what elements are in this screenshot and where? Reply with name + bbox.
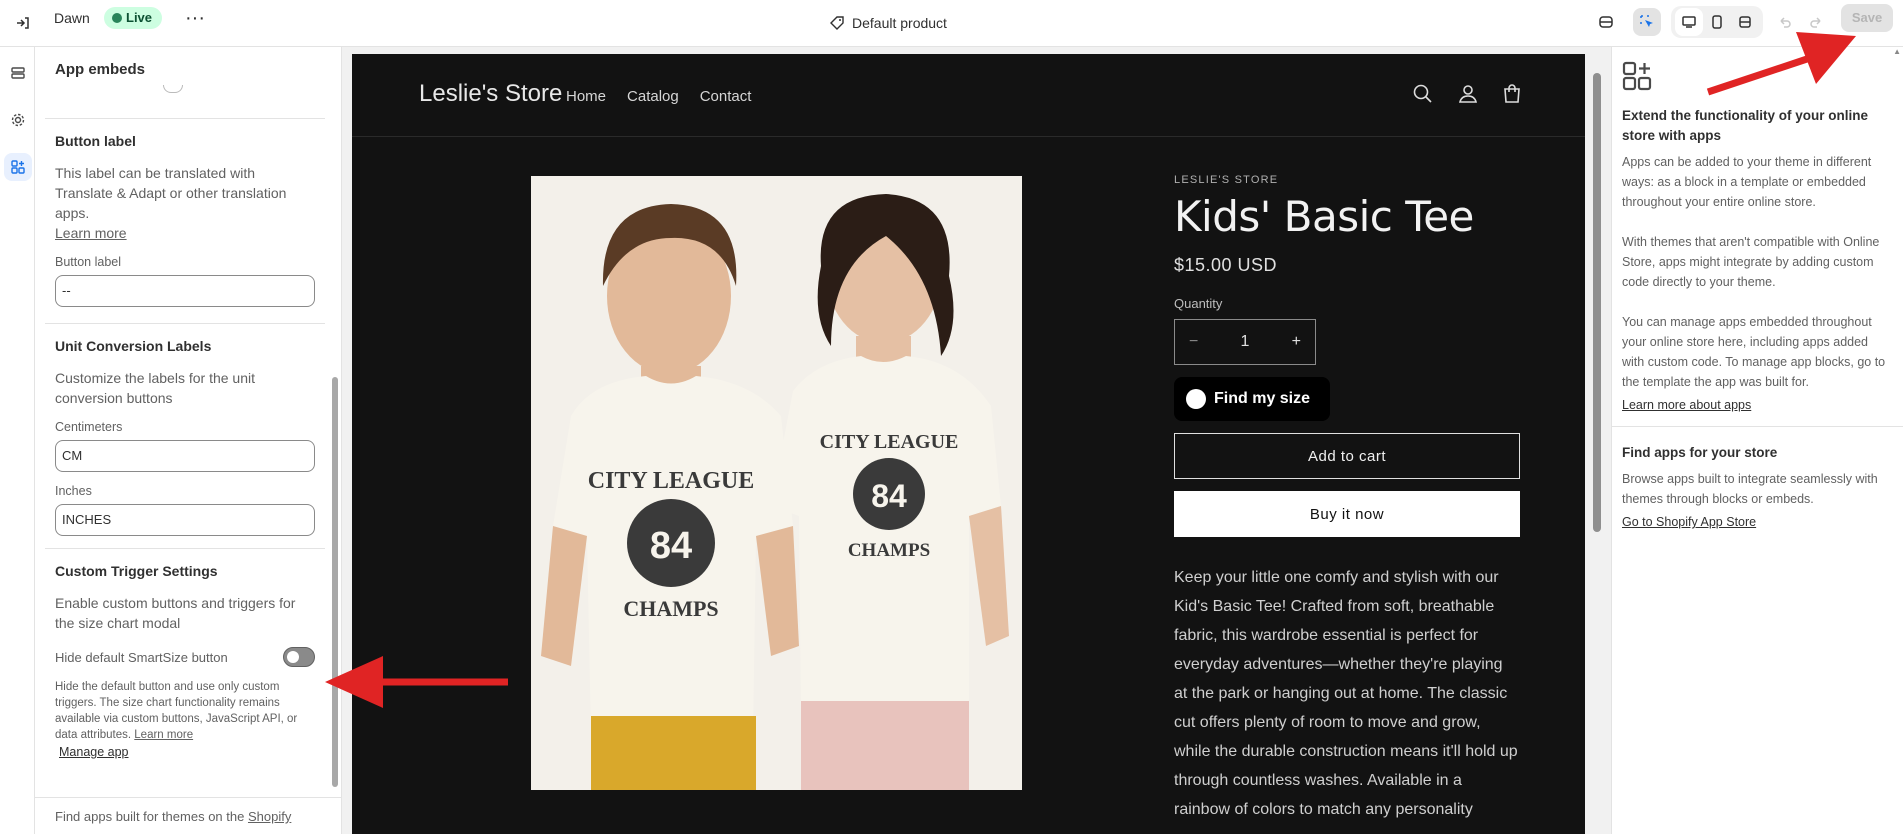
custom-trigger-description: Enable custom buttons and triggers for t… (55, 595, 296, 631)
account-icon[interactable] (1456, 82, 1480, 106)
add-to-cart-button[interactable]: Add to cart (1174, 433, 1520, 479)
store-icon[interactable] (1592, 8, 1620, 36)
divider (35, 797, 341, 798)
manage-app-link[interactable]: Manage app (59, 745, 315, 759)
panel-settings-list: Button label This label can be translate… (45, 118, 325, 759)
divider (1612, 426, 1903, 427)
sections-icon[interactable] (4, 59, 32, 87)
divider (45, 548, 325, 549)
footer-text: Find apps built for themes on the (55, 809, 245, 824)
store-header: Leslie's Store Home Catalog Contact (352, 54, 1585, 137)
hide-default-button-row: Hide default SmartSize button (55, 647, 315, 667)
nav-home[interactable]: Home (566, 88, 606, 105)
desktop-icon[interactable] (1675, 8, 1703, 36)
preview-scrollbar-thumb[interactable] (1593, 73, 1601, 532)
quantity-label: Quantity (1174, 296, 1223, 311)
editor-topbar: Dawn Live ··· Default product Save (0, 0, 1903, 47)
settings-gear-icon[interactable] (4, 106, 32, 134)
more-actions-button[interactable]: ··· (181, 8, 209, 36)
apps-info-panel: Extend the functionality of your online … (1611, 47, 1903, 834)
cart-icon[interactable] (1500, 82, 1524, 106)
find-apps-heading: Find apps for your store (1622, 445, 1778, 460)
centimeters-input[interactable]: CM (55, 440, 315, 472)
apps-para-2: With themes that aren't compatible with … (1622, 235, 1880, 289)
tag-icon (830, 16, 844, 30)
help-learn-more-link[interactable]: Learn more (134, 729, 193, 741)
buy-it-now-button[interactable]: Buy it now (1174, 491, 1520, 537)
theme-name: Dawn (54, 10, 90, 26)
divider (45, 118, 325, 119)
inches-label: Inches (55, 484, 92, 498)
apps-para-3: You can manage apps embedded throughout … (1622, 315, 1886, 389)
centimeters-label: Centimeters (55, 420, 123, 434)
unit-conversion-heading: Unit Conversion Labels (55, 338, 212, 354)
search-icon[interactable] (1411, 82, 1435, 106)
app-embeds-panel: App embeds ▲ Button label This label can… (35, 47, 342, 834)
annotation-arrow-left-icon (325, 656, 508, 708)
store-logo-text[interactable]: Leslie's Store (419, 80, 562, 108)
preview-area: Leslie's Store Home Catalog Contact 84 C… (342, 47, 1611, 834)
button-label-field-label: Button label (55, 255, 122, 269)
button-label-description-text: This label can be translated with Transl… (55, 165, 287, 221)
shirt-number-girl: 84 (871, 478, 907, 514)
hide-default-button-label: Hide default SmartSize button (55, 649, 228, 665)
product-description: Keep your little one comfy and stylish w… (1174, 569, 1518, 818)
quantity-decrease-button[interactable]: − (1189, 333, 1198, 351)
extend-heading: Extend the functionality of your online … (1622, 108, 1869, 143)
quantity-value[interactable]: 1 (1241, 333, 1250, 351)
apps-para-1: Apps can be added to your theme in diffe… (1622, 155, 1872, 209)
shirt-text-bottom-boy: CHAMPS (623, 596, 718, 621)
learn-more-apps-link[interactable]: Learn more about apps (1622, 398, 1892, 412)
shirt-number-boy: 84 (650, 525, 692, 567)
custom-trigger-heading: Custom Trigger Settings (55, 563, 218, 579)
shirt-text-bottom-girl: CHAMPS (848, 540, 930, 561)
nav-catalog[interactable]: Catalog (627, 88, 679, 105)
smartsize-logo-icon (1186, 389, 1206, 409)
live-status-badge: Live (104, 7, 163, 29)
store-nav: Home Catalog Contact (566, 88, 751, 105)
quantity-stepper: − 1 + (1174, 319, 1316, 365)
inches-input[interactable]: INCHES (55, 504, 315, 536)
template-selector[interactable]: Default product (830, 9, 947, 37)
preview-scrollbar[interactable] (1593, 67, 1601, 834)
hide-default-button-toggle[interactable] (283, 647, 315, 667)
panel-footer: Find apps built for themes on the Shopif… (55, 809, 291, 824)
scroll-up-arrow-icon[interactable]: ▲ (1893, 47, 1901, 56)
button-label-input[interactable]: -- (55, 275, 315, 307)
learn-more-link[interactable]: Learn more (55, 225, 127, 241)
template-name: Default product (852, 15, 947, 31)
toggle-help-text: Hide the default button and use only cus… (55, 679, 315, 743)
panel-title: App embeds (55, 61, 146, 78)
shopify-link[interactable]: Shopify (248, 809, 291, 824)
apps-icon (1622, 61, 1652, 91)
product-price: $15.00 USD (1174, 255, 1278, 275)
nav-contact[interactable]: Contact (700, 88, 752, 105)
storefront-preview: Leslie's Store Home Catalog Contact 84 C… (352, 54, 1585, 834)
exit-icon[interactable] (9, 9, 37, 37)
shirt-text-top-boy: CITY LEAGUE (588, 468, 754, 494)
annotation-arrow-topright-icon (1706, 32, 1856, 96)
button-label-description: This label can be translated with Transl… (55, 163, 315, 243)
unit-conversion-description: Customize the labels for the unit conver… (55, 370, 255, 406)
divider (45, 323, 325, 324)
find-my-size-label: Find my size (1214, 390, 1311, 407)
product-vendor: LESLIE'S STORE (1174, 174, 1279, 186)
shirt-text-top-girl: CITY LEAGUE (820, 431, 959, 453)
find-apps-para: Browse apps built to integrate seamlessl… (1622, 472, 1878, 506)
panel-scrollbar[interactable] (332, 377, 338, 787)
product-title: Kids' Basic Tee (1174, 192, 1474, 241)
app-embeds-icon[interactable] (4, 153, 32, 181)
product-info: LESLIE'S STORE Kids' Basic Tee $15.00 US… (1174, 174, 1520, 824)
quantity-increase-button[interactable]: + (1292, 333, 1301, 351)
find-my-size-button[interactable]: Find my size (1174, 377, 1330, 421)
product-image[interactable]: 84 CITY LEAGUE CHAMPS 84 CITY LEAGUE CHA… (531, 176, 1022, 790)
inspector-icon[interactable] (1633, 8, 1661, 36)
button-label-heading: Button label (55, 133, 136, 149)
scroll-fade-indicator (163, 85, 183, 93)
app-store-link[interactable]: Go to Shopify App Store (1622, 515, 1892, 529)
editor-rail (0, 47, 35, 834)
